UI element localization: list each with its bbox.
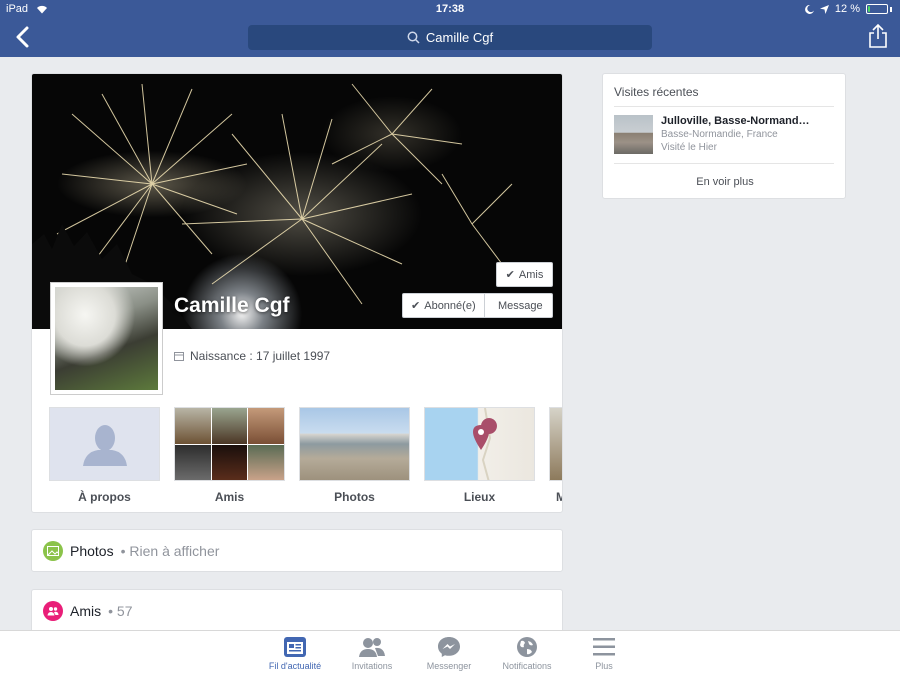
recent-visits-title: Visites récentes: [614, 85, 699, 99]
tab-messenger[interactable]: Messenger: [409, 636, 489, 671]
divider: [614, 163, 834, 164]
battery-tip: [890, 6, 892, 12]
check-icon: ✔: [505, 269, 515, 281]
divider: [614, 106, 834, 107]
friends-section-header: Amis • 57: [43, 601, 133, 621]
tab-more-label: Plus: [595, 661, 613, 671]
map-thumbnail: [424, 407, 535, 481]
tab-invitations[interactable]: Invitations: [332, 636, 412, 671]
tile-photos-label: Photos: [334, 490, 375, 504]
profile-card: Camille Cgf ✔ Amis ✔ Abonné(e) Message N…: [31, 73, 563, 513]
friends-icon: [43, 601, 63, 621]
tile-more-label: M: [549, 490, 562, 504]
tile-friends-label: Amis: [214, 490, 245, 504]
location-arrow-icon: [819, 4, 829, 14]
photos-thumbnail: [299, 407, 410, 481]
check-icon: ✔: [411, 300, 421, 312]
message-button-label: Message: [498, 299, 543, 312]
tab-messenger-label: Messenger: [426, 661, 472, 671]
tile-more[interactable]: M: [549, 407, 562, 504]
tile-places[interactable]: Lieux: [424, 407, 535, 504]
tile-friends[interactable]: Amis: [174, 407, 285, 504]
photos-section-subtitle: • Rien à afficher: [120, 543, 220, 559]
calendar-icon: [174, 352, 184, 361]
battery-level: [868, 6, 870, 12]
search-text: Camille Cgf: [425, 30, 494, 45]
profile-picture[interactable]: [50, 282, 163, 395]
friends-thumbnail: [174, 407, 285, 481]
profile-tiles: À propos Amis Photos Lieux: [49, 407, 562, 507]
tab-news-feed[interactable]: Fil d'actualité: [255, 636, 335, 671]
tab-notifications-label: Notifications: [502, 661, 552, 671]
tab-news-feed-label: Fil d'actualité: [268, 661, 322, 671]
birthday-text: Naissance : 17 juillet 1997: [190, 349, 331, 363]
back-chevron-icon[interactable]: [12, 24, 34, 50]
tile-about[interactable]: À propos: [49, 407, 160, 504]
top-navigation-bar: iPad 17:38 12 % Camille Cgf: [0, 0, 900, 57]
person-silhouette-icon: [83, 425, 127, 466]
friends-button-label: Amis: [518, 268, 544, 281]
news-feed-icon: [284, 637, 306, 657]
share-icon[interactable]: [868, 23, 888, 49]
follow-button-label: Abonné(e): [424, 299, 476, 312]
search-icon: [407, 31, 420, 44]
friends-button[interactable]: ✔ Amis: [496, 262, 553, 287]
tab-invitations-label: Invitations: [351, 661, 393, 671]
tab-notifications[interactable]: Notifications: [487, 636, 567, 671]
see-more-link[interactable]: En voir plus: [603, 176, 847, 188]
profile-name: Camille Cgf: [174, 294, 290, 317]
visit-thumbnail: [614, 115, 653, 154]
globe-icon: [517, 637, 537, 657]
birthday-row: Naissance : 17 juillet 1997: [174, 349, 330, 363]
menu-icon: [593, 638, 615, 656]
battery-icon: [866, 4, 888, 14]
recent-visits-card: Visites récentes Julloville, Basse-Norma…: [602, 73, 846, 199]
tile-about-label: À propos: [78, 490, 131, 504]
messenger-icon: [438, 637, 460, 657]
battery-percent: 12 %: [834, 3, 860, 15]
friend-requests-icon: [359, 638, 385, 657]
bottom-tab-bar: Fil d'actualité Invitations Messenger No…: [0, 630, 900, 675]
follow-message-group: ✔ Abonné(e) Message: [402, 293, 553, 318]
visit-place-name: Julloville, Basse-Normand…: [661, 115, 810, 127]
photos-section-header: Photos • Rien à afficher: [43, 541, 219, 561]
about-thumbnail: [49, 407, 160, 481]
photos-section-title: Photos: [70, 543, 114, 559]
tile-places-label: Lieux: [463, 490, 496, 504]
map-pin-icon: [473, 408, 497, 480]
friends-section-subtitle: • 57: [108, 603, 133, 619]
moon-icon: [805, 4, 814, 14]
status-time: 17:38: [435, 3, 465, 15]
tile-photos[interactable]: Photos: [299, 407, 410, 504]
tab-more[interactable]: Plus: [564, 636, 644, 671]
photos-icon: [43, 541, 63, 561]
search-bar[interactable]: Camille Cgf: [248, 25, 652, 50]
visit-time: Visité le Hier: [661, 142, 717, 153]
status-right: 12 %: [805, 3, 892, 15]
photos-section[interactable]: Photos • Rien à afficher: [31, 529, 563, 572]
message-button[interactable]: Message: [489, 294, 552, 317]
visit-region: Basse-Normandie, France: [661, 129, 778, 140]
friends-section-title: Amis: [70, 603, 102, 619]
more-thumbnail: [549, 407, 562, 481]
follow-button[interactable]: ✔ Abonné(e): [403, 294, 485, 317]
profile-picture-image: [55, 287, 158, 390]
